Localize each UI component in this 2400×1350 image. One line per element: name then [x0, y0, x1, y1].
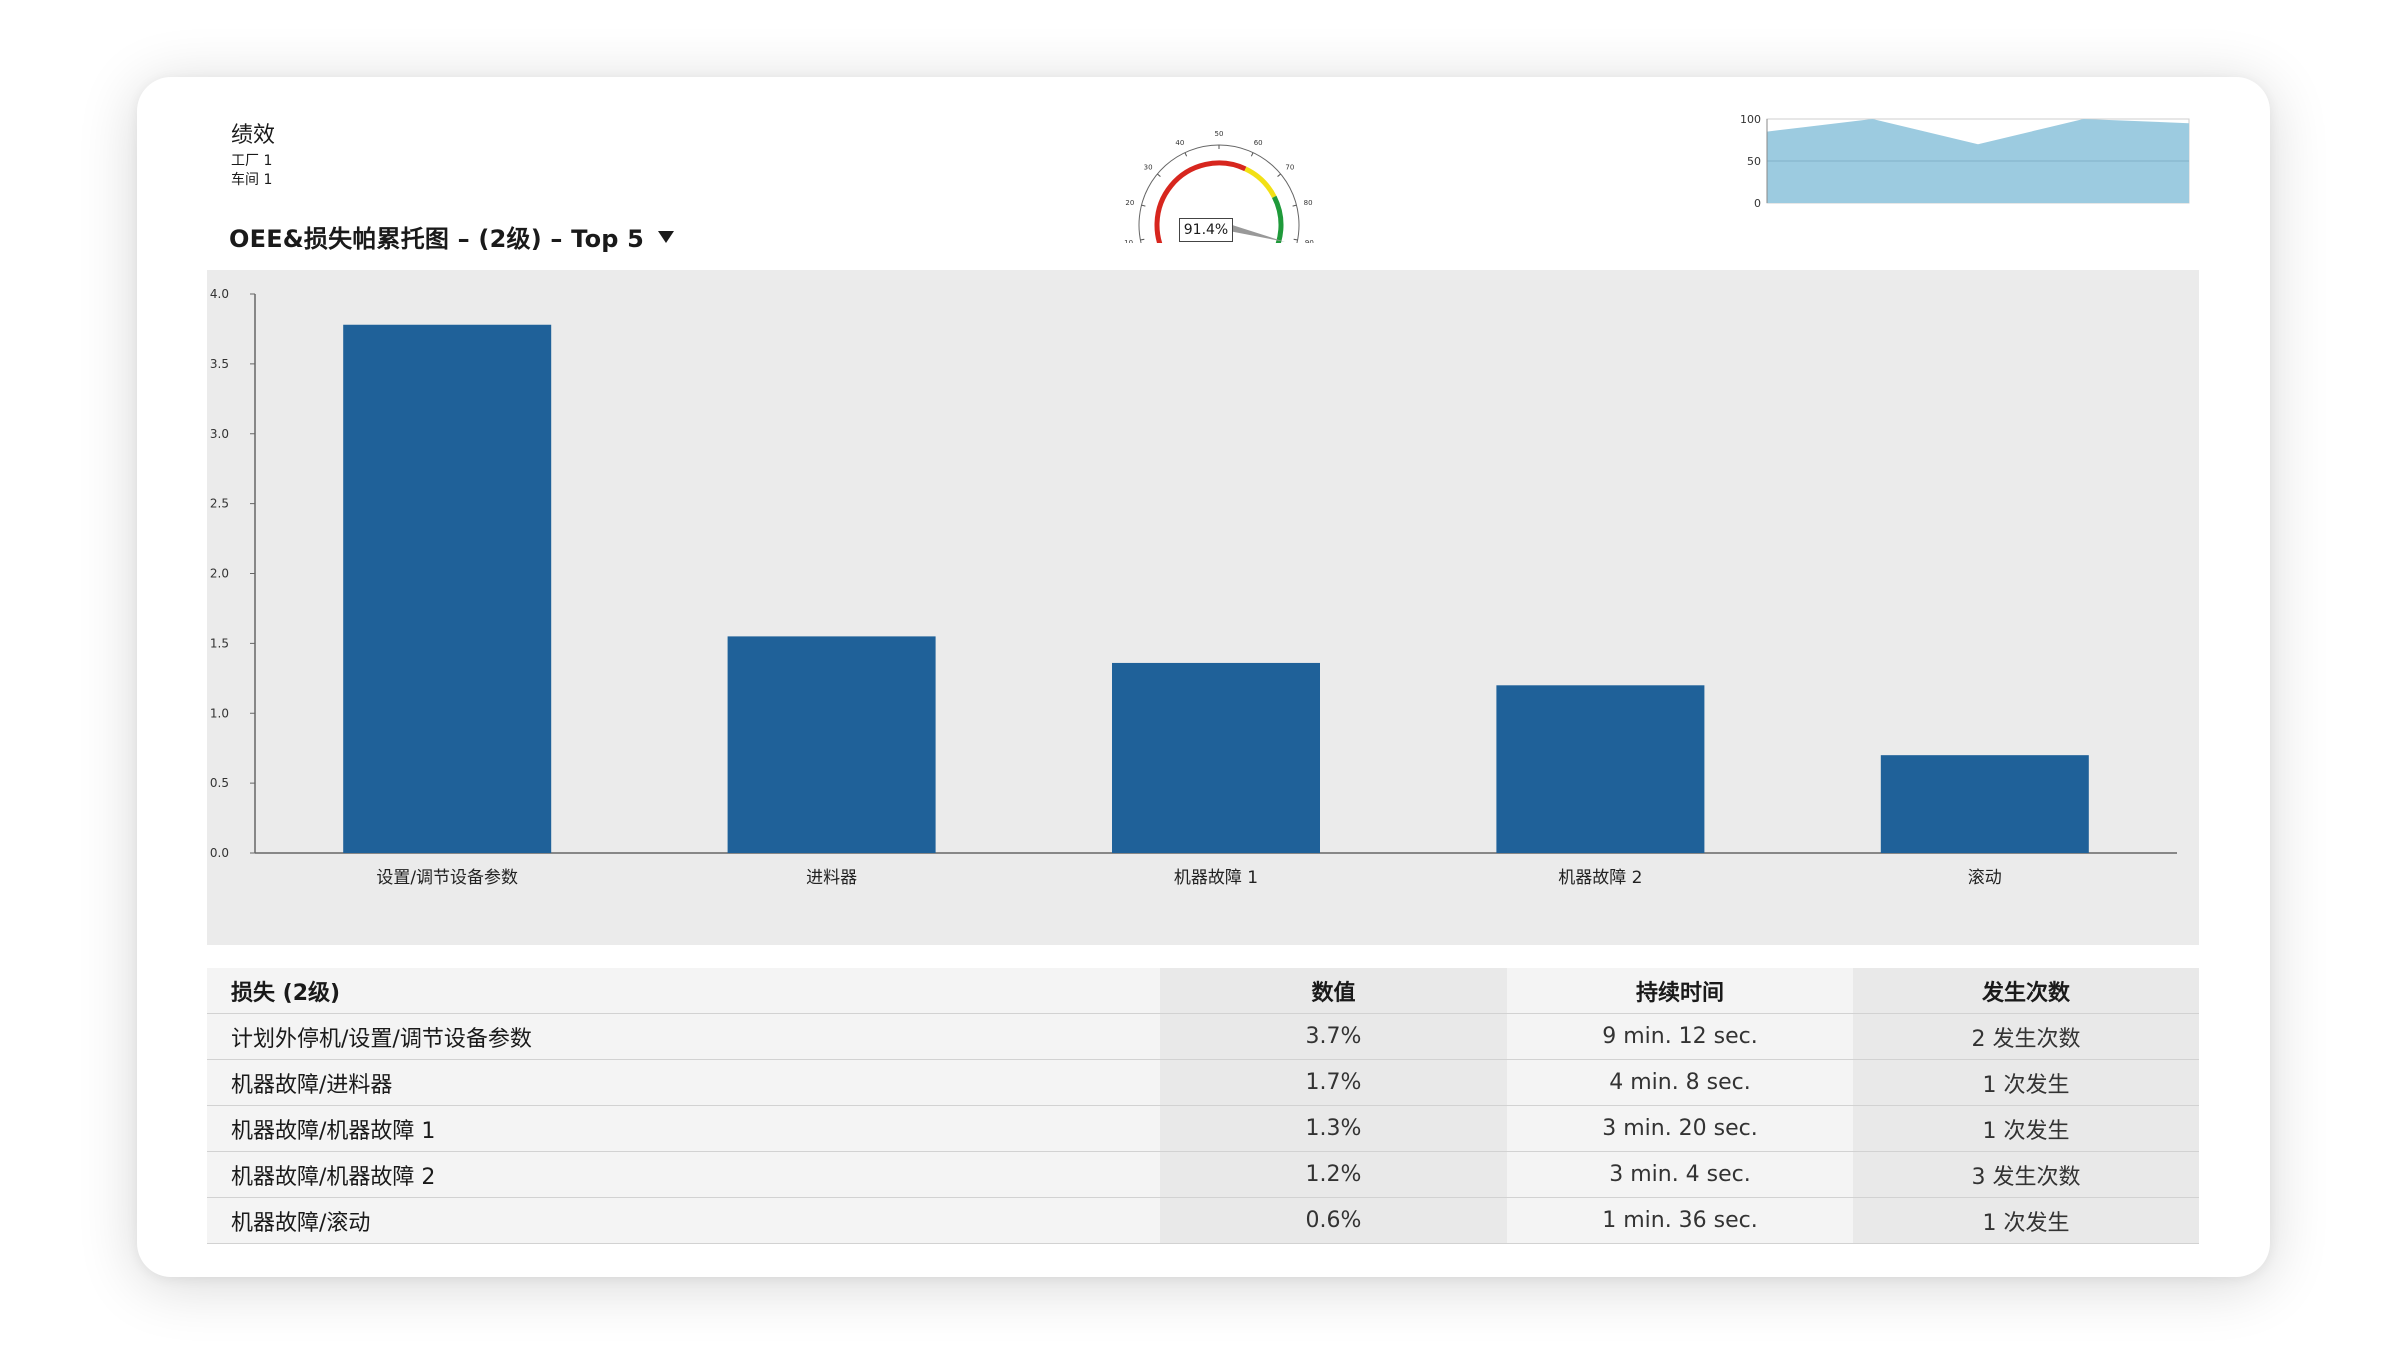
- value-cell: 3.7%: [1160, 1013, 1507, 1060]
- gauge-tick: [1141, 204, 1146, 207]
- table-header-row: 损失 (2级) 数值 持续时间 发生次数: [207, 968, 2199, 1014]
- value-cell: 1.3%: [1160, 1105, 1507, 1152]
- y-tick-label: 1.0: [210, 706, 229, 720]
- col-header-value: 数值: [1160, 968, 1507, 1014]
- table-row: 机器故障/滚动 0.6% 1 min. 36 sec. 1 次发生: [207, 1197, 2199, 1244]
- x-tick-label: 设置/调节设备参数: [376, 868, 518, 888]
- sparkline-tick-label: 100: [1740, 113, 1761, 126]
- gauge-tick-label: 50: [1215, 130, 1224, 138]
- duration-cell: 3 min. 4 sec.: [1507, 1151, 1853, 1198]
- value-cell: 1.2%: [1160, 1151, 1507, 1198]
- loss-cell: 机器故障/进料器: [207, 1059, 1160, 1106]
- trend-sparkline: 100 50 0: [1740, 113, 2190, 210]
- gauge-tick-label: 60: [1254, 139, 1263, 147]
- occurrences-cell: 1 次发生: [1853, 1197, 2199, 1244]
- x-tick-label: 机器故障 1: [1174, 868, 1258, 888]
- gauge-tick: [1293, 238, 1298, 241]
- gauge-tick: [1140, 238, 1145, 241]
- workshop-label: 车间 1: [231, 172, 273, 188]
- performance-card: 绩效 工厂 1 车间 1 OEE&损失帕累托图 – (2级) – Top 5 0…: [137, 77, 2270, 1277]
- gauge-tick: [1157, 173, 1161, 177]
- plant-label: 工厂 1: [231, 153, 273, 169]
- pareto-chart: 0.0 0.5 1.0 1.5 2.0 2.5 3.0 3.5 4.0 设置/调节设备参数 进料器 机…: [207, 270, 2199, 945]
- gauge-tick-label: 10: [1124, 239, 1133, 243]
- loss-cell: 机器故障/机器故障 1: [207, 1105, 1160, 1152]
- bar: [727, 636, 936, 853]
- duration-cell: 9 min. 12 sec.: [1507, 1013, 1853, 1060]
- bar: [1496, 685, 1705, 853]
- gauge-tick-label: 80: [1304, 199, 1313, 207]
- occurrences-cell: 3 发生次数: [1853, 1151, 2199, 1198]
- gauge-tick-label: 20: [1125, 199, 1134, 207]
- gauge-tick-label: 30: [1144, 163, 1153, 171]
- page-title: 绩效: [231, 123, 276, 148]
- gauge-tick: [1292, 204, 1297, 207]
- gauge-tick-label: 40: [1175, 139, 1184, 147]
- table-row: 机器故障/进料器 1.7% 4 min. 8 sec. 1 次发生: [207, 1059, 2199, 1106]
- y-tick-label: 0.5: [210, 776, 229, 790]
- sparkline-tick-label: 50: [1747, 155, 1761, 168]
- table-row: 机器故障/机器故障 2 1.2% 3 min. 4 sec. 3 发生次数: [207, 1151, 2199, 1198]
- table-row: 计划外停机/设置/调节设备参数 3.7% 9 min. 12 sec. 2 发生…: [207, 1013, 2199, 1060]
- occurrences-cell: 1 次发生: [1853, 1105, 2199, 1152]
- chart-title: OEE&损失帕累托图 – (2级) – Top 5: [229, 225, 645, 253]
- gauge-tick-label: 90: [1305, 239, 1314, 243]
- value-cell: 0.6%: [1160, 1197, 1507, 1244]
- gauge-yellow-band: [1244, 166, 1277, 199]
- gauge-tick: [1184, 152, 1188, 157]
- bar: [1880, 755, 2089, 853]
- x-tick-label: 滚动: [1968, 868, 2002, 888]
- table-row: 机器故障/机器故障 1 1.3% 3 min. 20 sec. 1 次发生: [207, 1105, 2199, 1152]
- y-tick-label: 3.5: [210, 357, 229, 371]
- value-cell: 1.7%: [1160, 1059, 1507, 1106]
- gauge-value: 91.4%: [1179, 218, 1233, 242]
- y-tick-label: 4.0: [210, 287, 229, 301]
- chart-selector[interactable]: OEE&损失帕累托图 – (2级) – Top 5: [229, 219, 675, 254]
- y-tick-label: 2.0: [210, 567, 229, 581]
- x-tick-label: 进料器: [806, 868, 857, 888]
- duration-cell: 1 min. 36 sec.: [1507, 1197, 1853, 1244]
- col-header-loss: 损失 (2级): [207, 968, 1160, 1014]
- loss-cell: 机器故障/机器故障 2: [207, 1151, 1160, 1198]
- loss-table: 损失 (2级) 数值 持续时间 发生次数 计划外停机/设置/调节设备参数 3.7…: [207, 968, 2199, 1244]
- gauge-tick-label: 70: [1285, 163, 1294, 171]
- duration-cell: 3 min. 20 sec.: [1507, 1105, 1853, 1152]
- loss-cell: 计划外停机/设置/调节设备参数: [207, 1013, 1160, 1060]
- y-tick-label: 3.0: [210, 427, 229, 441]
- bar: [1112, 662, 1320, 853]
- gauge-tick: [1250, 152, 1254, 157]
- col-header-occurrences: 发生次数: [1853, 968, 2199, 1014]
- bar: [343, 324, 552, 853]
- loss-cell: 机器故障/滚动: [207, 1197, 1160, 1244]
- gauge-tick: [1277, 173, 1281, 177]
- y-tick-label: 0.0: [210, 846, 229, 860]
- sparkline-tick-label: 0: [1754, 197, 1761, 210]
- dropdown-caret-icon[interactable]: [658, 230, 675, 243]
- col-header-duration: 持续时间: [1507, 968, 1853, 1014]
- occurrences-cell: 2 发生次数: [1853, 1013, 2199, 1060]
- x-tick-label: 机器故障 2: [1558, 868, 1642, 888]
- y-tick-label: 2.5: [210, 497, 229, 511]
- occurrences-cell: 1 次发生: [1853, 1059, 2199, 1106]
- y-tick-label: 1.5: [210, 636, 229, 650]
- gauge-green-band: [1271, 195, 1284, 243]
- duration-cell: 4 min. 8 sec.: [1507, 1059, 1853, 1106]
